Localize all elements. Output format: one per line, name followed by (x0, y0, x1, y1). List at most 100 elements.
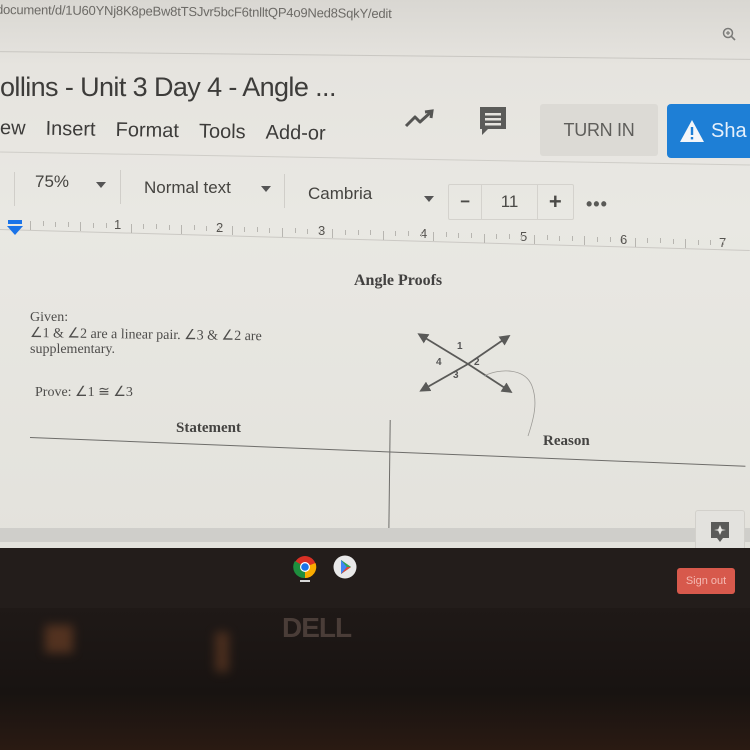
ruler-tick (647, 238, 649, 244)
menu-tools[interactable]: Tools (199, 120, 246, 144)
ruler-tick (408, 231, 409, 237)
toolbar-separator (14, 172, 15, 206)
comment-icon[interactable] (478, 105, 508, 137)
warning-triangle-icon (680, 120, 704, 142)
ruler-tick (433, 232, 435, 242)
angle-label: 1 (457, 341, 463, 352)
explore-sparkle-icon (711, 522, 729, 542)
ruler-tick (685, 239, 687, 249)
ruler-tick (143, 224, 145, 229)
statement-cell[interactable] (30, 450, 385, 528)
ruler-tick (395, 231, 397, 237)
menu-view[interactable]: ew (0, 117, 26, 140)
turn-in-button[interactable]: TURN IN (540, 104, 658, 156)
document-title[interactable]: ollins - Unit 3 Day 4 - Angle ... (0, 72, 336, 103)
laptop-screen: document/d/1U60YNj8K8peBw8tTSJvr5bcF6tnl… (0, 0, 750, 548)
sign-out-button[interactable]: Sign out (677, 568, 735, 594)
menu-add-ons[interactable]: Add-or (265, 122, 325, 146)
prove-statement[interactable]: Prove: ∠1 ≅ ∠3 (35, 384, 133, 401)
os-shelf (0, 548, 750, 608)
ruler-tick (496, 233, 498, 239)
play-store-app-icon[interactable] (333, 555, 357, 579)
ruler-tick (546, 235, 548, 241)
angle-label: 3 (453, 370, 459, 381)
ruler-tick (609, 237, 611, 243)
ruler-tick (534, 234, 535, 244)
laptop-bezel (0, 608, 750, 750)
ruler-tick (80, 222, 82, 232)
reflection (215, 632, 229, 672)
ruler-tick (294, 228, 296, 234)
horizontal-scrollbar[interactable] (0, 528, 750, 542)
dell-logo: DELL (282, 612, 352, 643)
ruler-tick (206, 225, 208, 231)
given-block[interactable]: Given: ∠1 & ∠2 are a linear pair. ∠3 & ∠… (30, 310, 262, 358)
indent-marker-icon[interactable] (6, 220, 24, 236)
ruler-tick (559, 235, 561, 241)
chevron-down-icon[interactable] (96, 182, 106, 188)
document-heading[interactable]: Angle Proofs (354, 272, 442, 290)
angle-label: 2 (474, 357, 480, 368)
menu-bar: ew Insert Format Tools Add-or (0, 117, 326, 146)
given-label: Given: (30, 310, 69, 325)
ruler-tick (357, 230, 359, 235)
ruler-tick (345, 229, 346, 235)
pencil-mark (483, 370, 536, 437)
ruler-tick (105, 222, 107, 228)
toolbar-separator (284, 174, 285, 208)
ruler-tick (382, 230, 384, 240)
menu-format[interactable]: Format (115, 119, 179, 143)
trending-up-icon[interactable] (403, 106, 437, 130)
running-indicator (300, 580, 310, 582)
more-options-button[interactable]: ••• (586, 194, 608, 215)
share-label: Sha (711, 119, 747, 142)
font-select[interactable]: Cambria (308, 184, 372, 204)
chevron-down-icon[interactable] (261, 186, 271, 192)
formatting-toolbar (0, 168, 750, 214)
ruler-tick (156, 224, 157, 230)
ruler-tick (269, 227, 271, 233)
ruler-tick (622, 237, 624, 243)
browser-url-bar[interactable]: document/d/1U60YNj8K8peBw8tTSJvr5bcF6tnl… (0, 0, 750, 48)
ruler-tick (483, 233, 485, 243)
ruler-tick (307, 228, 309, 234)
ruler-tick (597, 236, 598, 242)
chevron-down-icon[interactable] (424, 196, 434, 202)
ruler-tick (168, 224, 170, 230)
ruler-tick (319, 228, 321, 234)
ruler-tick (672, 238, 674, 244)
zoom-select[interactable]: 75% (35, 172, 69, 192)
ruler-tick (244, 226, 246, 232)
reason-cell[interactable] (395, 462, 745, 528)
ruler-tick (118, 223, 120, 229)
ruler-tick (332, 229, 334, 239)
url-text[interactable]: document/d/1U60YNj8K8peBw8tTSJvr5bcF6tnl… (0, 2, 392, 21)
ruler-tick (42, 221, 44, 227)
ruler-tick (710, 239, 712, 245)
explore-button[interactable] (695, 510, 745, 548)
ruler-tick (445, 232, 447, 238)
chrome-app-icon[interactable] (293, 555, 317, 579)
zoom-in-icon[interactable] (722, 27, 736, 41)
ruler-tick (458, 232, 460, 238)
ruler-tick (231, 226, 233, 236)
ruler-tick (256, 227, 258, 233)
ruler-tick (420, 231, 422, 237)
reason-column-header: Reason (543, 433, 590, 449)
ruler[interactable] (0, 214, 750, 254)
divider (0, 51, 750, 60)
ruler-tick (471, 233, 472, 239)
ruler-tick (584, 236, 586, 246)
ruler-tick (571, 236, 573, 241)
reflection (45, 625, 73, 653)
menu-insert[interactable]: Insert (45, 118, 95, 142)
share-button[interactable]: Sha (667, 104, 750, 158)
ruler-number: 6 (620, 232, 628, 247)
statement-column-header: Statement (176, 420, 241, 436)
ruler-tick (55, 221, 57, 227)
diagram-line (419, 363, 469, 392)
paragraph-style-select[interactable]: Normal text (144, 178, 231, 198)
ruler-tick (93, 222, 94, 228)
ruler-tick (634, 237, 636, 247)
ruler-tick (219, 226, 220, 232)
